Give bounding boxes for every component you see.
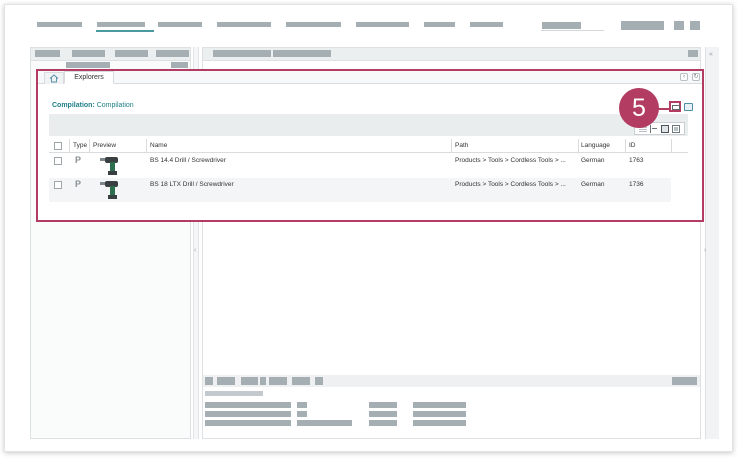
- single-view-icon[interactable]: [661, 124, 669, 133]
- column-separator[interactable]: [625, 139, 626, 153]
- left-pane-tab-3[interactable]: [115, 50, 148, 57]
- detail-label-3: [205, 420, 291, 426]
- detail-value-5: [413, 411, 466, 417]
- explorer-toolbar: [49, 114, 688, 136]
- nav-menu-item-6[interactable]: [356, 22, 409, 27]
- drill-handle: [110, 162, 115, 171]
- nav-menu-item-2[interactable]: [97, 22, 145, 27]
- tab-refresh-icon[interactable]: ↻: [692, 73, 700, 81]
- column-separator[interactable]: [671, 139, 672, 153]
- left-pane-subitem-2[interactable]: [171, 62, 188, 68]
- row-name[interactable]: BS 14.4 Drill / Screwdriver: [150, 157, 226, 164]
- home-tab[interactable]: [44, 72, 64, 84]
- bottom-toolbar-button-1[interactable]: [205, 377, 213, 385]
- toolbar-button-a[interactable]: [674, 21, 684, 30]
- highlighted-view-button[interactable]: [669, 101, 681, 112]
- column-header-language[interactable]: Language: [581, 142, 610, 149]
- bottom-toolbar-button-6[interactable]: [292, 377, 310, 385]
- detail-value-4: [413, 402, 466, 408]
- home-icon: [49, 74, 59, 83]
- row-id: 1736: [629, 181, 644, 188]
- detail-value-1: [297, 402, 307, 408]
- nav-menu-item-8[interactable]: [470, 22, 503, 27]
- detail-value-6: [413, 420, 466, 426]
- detail-title: [205, 391, 263, 396]
- compilation-label: Compilation:: [52, 102, 95, 109]
- row-type: P: [75, 179, 82, 189]
- column-separator[interactable]: [146, 139, 147, 153]
- tab-explorers[interactable]: Explorers: [64, 71, 114, 84]
- left-pane-subitem-1[interactable]: [66, 62, 110, 68]
- nav-menu-item-4[interactable]: [217, 22, 271, 27]
- bottom-toolbar-button-3[interactable]: [241, 377, 258, 385]
- main-pane-tab-1[interactable]: [213, 50, 271, 57]
- column-header-name[interactable]: Name: [150, 142, 167, 149]
- collapse-icon[interactable]: ‹: [194, 247, 196, 254]
- search-field-underline: [541, 30, 604, 31]
- column-separator[interactable]: [69, 139, 70, 153]
- right-collapsed-panel[interactable]: [705, 47, 719, 439]
- nav-menu-item-7[interactable]: [424, 22, 455, 27]
- explorer-panel: Explorers ‹ ↻ Compilation: Compilation 5…: [36, 69, 704, 222]
- product-thumbnail[interactable]: [98, 154, 128, 178]
- nav-menu-item-3[interactable]: [158, 22, 202, 27]
- select-all-checkbox[interactable]: [54, 142, 62, 150]
- detail-label-4: [369, 402, 397, 408]
- row-checkbox[interactable]: [54, 157, 62, 165]
- column-header-type[interactable]: Type: [73, 142, 87, 149]
- user-menu-button[interactable]: [621, 21, 664, 30]
- print-icon[interactable]: [684, 103, 693, 111]
- detail-view-icon[interactable]: [672, 124, 680, 133]
- search-field[interactable]: [542, 22, 581, 29]
- table-row[interactable]: [49, 178, 671, 202]
- row-id: 1763: [629, 157, 644, 164]
- compilation-value: Compilation: [96, 102, 134, 109]
- detail-label-2: [205, 411, 291, 417]
- column-header-id[interactable]: ID: [629, 142, 636, 149]
- detail-label-1: [205, 402, 291, 408]
- left-pane-tab-2[interactable]: [72, 50, 105, 57]
- expand-icon[interactable]: «: [709, 51, 713, 58]
- bottom-toolbar-button-2[interactable]: [217, 377, 235, 385]
- row-name[interactable]: BS 18 LTX Drill / Screwdriver: [150, 181, 234, 188]
- detail-value-3: [297, 420, 352, 426]
- bottom-toolbar-button-5[interactable]: [269, 377, 287, 385]
- row-type: P: [75, 155, 82, 165]
- left-pane-tab-4[interactable]: [156, 50, 189, 57]
- tab-list-icon[interactable]: ‹: [680, 73, 688, 81]
- column-separator[interactable]: [451, 139, 452, 153]
- tree-view-icon[interactable]: [650, 124, 658, 133]
- drill-handle: [110, 186, 115, 195]
- drill-battery: [108, 195, 117, 199]
- row-checkbox[interactable]: [54, 181, 62, 189]
- main-pane-tab-2[interactable]: [273, 50, 331, 57]
- bottom-toolbar-button-7[interactable]: [315, 377, 323, 385]
- nav-menu-item-1[interactable]: [37, 22, 82, 27]
- bottom-toolbar-button-8[interactable]: [672, 377, 697, 385]
- collapse-icon[interactable]: ›: [704, 247, 706, 254]
- toolbar-button-b[interactable]: [690, 21, 700, 30]
- product-thumbnail[interactable]: [98, 178, 128, 202]
- table-row[interactable]: [49, 154, 671, 178]
- row-language: German: [581, 181, 605, 188]
- column-separator[interactable]: [89, 139, 90, 153]
- drill-battery: [108, 171, 117, 175]
- row-path: Products > Tools > Cordless Tools > ...: [455, 181, 566, 188]
- nav-active-indicator: [96, 30, 154, 32]
- row-language: German: [581, 157, 605, 164]
- compilation-line: Compilation: Compilation: [52, 102, 134, 109]
- row-path: Products > Tools > Cordless Tools > ...: [455, 157, 566, 164]
- bottom-toolbar-button-4[interactable]: [260, 377, 266, 385]
- main-pane-close-button[interactable]: [688, 50, 698, 57]
- detail-label-6: [369, 420, 397, 426]
- column-header-preview[interactable]: Preview: [93, 142, 116, 149]
- explorer-tab-bar: Explorers ‹ ↻: [38, 71, 702, 84]
- detail-label-5: [369, 411, 397, 417]
- nav-menu-item-5[interactable]: [286, 22, 341, 27]
- callout-badge: 5: [619, 88, 659, 128]
- detail-value-2: [297, 411, 307, 417]
- left-pane-tab-1[interactable]: [35, 50, 60, 57]
- column-header-path[interactable]: Path: [455, 142, 468, 149]
- column-separator[interactable]: [578, 139, 579, 153]
